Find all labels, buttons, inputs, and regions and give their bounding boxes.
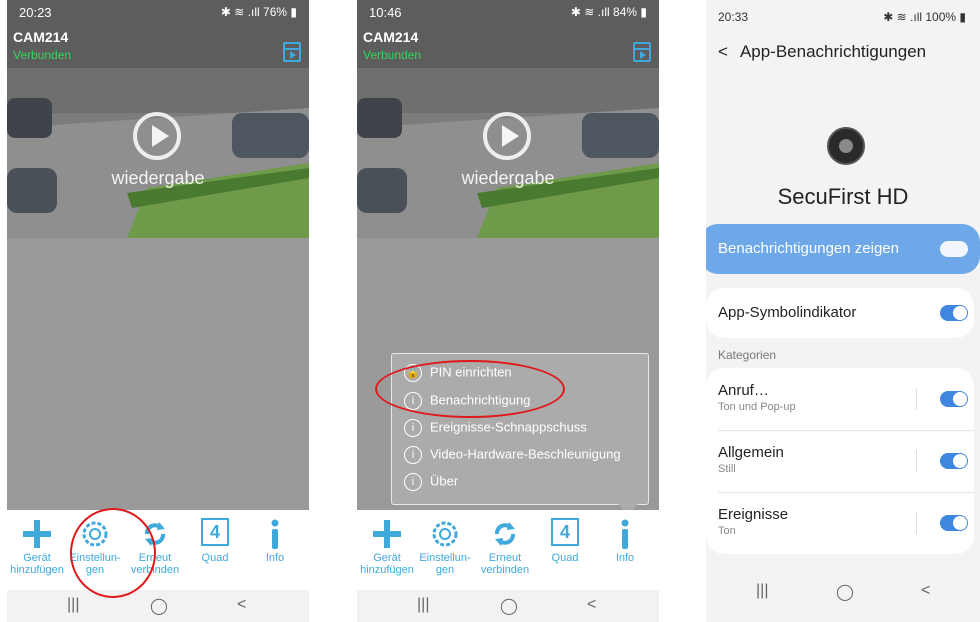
back-arrow-icon[interactable]: < bbox=[718, 42, 728, 61]
category-sub: Ton und Pop-up bbox=[718, 401, 796, 413]
gear-icon bbox=[415, 518, 475, 550]
categories-card: Anruf… Ton und Pop-up Allgemein Still Erei… bbox=[706, 368, 974, 554]
info-icon bbox=[595, 518, 655, 550]
video-preview[interactable]: wiedergabe bbox=[357, 68, 659, 238]
menu-item-event-snapshot[interactable]: i Ereignisse-Schnappschuss bbox=[404, 419, 587, 441]
menu-item-about[interactable]: i Über bbox=[404, 473, 458, 495]
add-device-button[interactable]: Gerät hinzufügen bbox=[7, 518, 67, 576]
badge-row[interactable]: App-Symbolindikator bbox=[706, 288, 974, 338]
status-time: 20:33 bbox=[718, 10, 749, 24]
status-bar: 20:23 ✱ ≋ .ıll 76% ▮ bbox=[7, 0, 309, 26]
home-icon[interactable]: ◯ bbox=[836, 582, 854, 602]
settings-button[interactable]: Einstellun- gen bbox=[415, 518, 475, 576]
quad-button[interactable]: 4 Quad bbox=[185, 518, 245, 564]
video-preview[interactable]: wiedergabe bbox=[7, 68, 309, 238]
menu-item-hw-acceleration[interactable]: i Video-Hardware-Beschleunigung bbox=[404, 446, 621, 468]
back-icon[interactable]: < bbox=[921, 582, 930, 600]
plus-icon bbox=[7, 518, 67, 550]
category-toggle[interactable] bbox=[940, 515, 968, 531]
system-nav-bar: ||| ◯ < bbox=[7, 590, 309, 622]
category-row[interactable]: Anruf… Ton und Pop-up bbox=[706, 368, 974, 430]
info-icon bbox=[245, 518, 305, 550]
status-bar: 20:33 ✱ ≋ .ıll 100% ▮ bbox=[706, 0, 980, 30]
home-icon[interactable]: ◯ bbox=[500, 596, 518, 616]
back-icon[interactable]: < bbox=[237, 596, 246, 614]
category-sub: Still bbox=[718, 463, 736, 475]
show-notifications-label: Benachrichtigungen zeigen bbox=[718, 240, 899, 257]
bottom-toolbar: Gerät hinzufügen Einstellun- gen Erneut … bbox=[357, 510, 659, 590]
info-circle-icon: i bbox=[404, 446, 422, 464]
camera-header: CAM214 Verbunden bbox=[7, 26, 309, 68]
badge-toggle[interactable] bbox=[940, 305, 968, 321]
play-label: wiedergabe bbox=[111, 168, 205, 188]
camera-name: CAM214 bbox=[13, 29, 69, 45]
app-logo bbox=[827, 127, 865, 165]
show-notifications-row[interactable]: Benachrichtigungen zeigen bbox=[706, 224, 980, 274]
highlight-ellipse-notification bbox=[375, 360, 565, 418]
category-toggle[interactable] bbox=[940, 391, 968, 407]
phone-info-menu: 10:46 ✱ ≋ .ıll 84% ▮ CAM214 Verbunden wi… bbox=[357, 0, 659, 622]
category-name: Ereignisse bbox=[718, 506, 789, 523]
app-name: SecuFirst HD bbox=[777, 184, 909, 209]
info-circle-icon: i bbox=[404, 473, 422, 491]
category-name: Allgemein bbox=[718, 444, 784, 461]
camera-name: CAM214 bbox=[363, 29, 419, 45]
camera-header: CAM214 Verbunden bbox=[357, 26, 659, 68]
category-row[interactable]: Allgemein Still bbox=[706, 430, 974, 492]
status-bar: 10:46 ✱ ≋ .ıll 84% ▮ bbox=[357, 0, 659, 26]
category-sub: Ton bbox=[718, 525, 736, 537]
playback-calendar-icon[interactable] bbox=[283, 42, 301, 62]
status-icons: ✱ ≋ .ıll 100% ▮ bbox=[883, 10, 966, 24]
category-name: Anruf… bbox=[718, 382, 769, 399]
highlight-circle-settings bbox=[70, 508, 156, 598]
recents-icon[interactable]: ||| bbox=[756, 582, 768, 600]
play-button[interactable] bbox=[133, 112, 181, 160]
show-notifications-toggle[interactable] bbox=[940, 241, 968, 257]
play-button[interactable] bbox=[483, 112, 531, 160]
play-label: wiedergabe bbox=[461, 168, 555, 188]
phone-app-notifications: 20:33 ✱ ≋ .ıll 100% ▮ < App-Benachrichtig… bbox=[706, 0, 980, 622]
home-icon[interactable]: ◯ bbox=[150, 596, 168, 616]
system-nav-bar: ||| ◯ < bbox=[706, 572, 980, 612]
status-time: 10:46 bbox=[369, 5, 402, 20]
plus-icon bbox=[357, 518, 417, 550]
info-circle-icon: i bbox=[404, 419, 422, 437]
connection-status: Verbunden bbox=[13, 48, 72, 62]
reconnect-button[interactable]: Erneut verbinden bbox=[475, 518, 535, 576]
page-title: App-Benachrichtigungen bbox=[739, 42, 927, 61]
refresh-icon bbox=[475, 518, 535, 550]
recents-icon[interactable]: ||| bbox=[417, 596, 429, 614]
status-icons: ✱ ≋ .ıll 76% ▮ bbox=[220, 5, 297, 19]
back-icon[interactable]: < bbox=[587, 596, 596, 614]
quad-button[interactable]: 4 Quad bbox=[535, 518, 595, 564]
system-nav-bar: ||| ◯ < bbox=[357, 590, 659, 622]
info-button[interactable]: Info bbox=[595, 518, 655, 564]
phone-camera-view: 20:23 ✱ ≋ .ıll 76% ▮ CAM214 Verbunden wi… bbox=[7, 0, 309, 622]
add-device-button[interactable]: Gerät hinzufügen bbox=[357, 518, 417, 576]
page-header: < App-Benachrichtigungen bbox=[718, 42, 926, 62]
categories-heading: Kategorien bbox=[718, 348, 777, 362]
bottom-toolbar: Gerät hinzufügen Einstellun- gen Erneut … bbox=[7, 510, 309, 590]
recents-icon[interactable]: ||| bbox=[67, 596, 79, 614]
status-time: 20:23 bbox=[19, 5, 52, 20]
info-button[interactable]: Info bbox=[245, 518, 305, 564]
status-icons: ✱ ≋ .ıll 84% ▮ bbox=[570, 5, 647, 19]
connection-status: Verbunden bbox=[363, 48, 422, 62]
quad-icon: 4 bbox=[535, 518, 595, 550]
category-toggle[interactable] bbox=[940, 453, 968, 469]
category-row[interactable]: Ereignisse Ton bbox=[706, 492, 974, 554]
quad-icon: 4 bbox=[185, 518, 245, 550]
playback-calendar-icon[interactable] bbox=[633, 42, 651, 62]
badge-label: App-Symbolindikator bbox=[718, 304, 857, 321]
empty-area bbox=[7, 238, 309, 510]
